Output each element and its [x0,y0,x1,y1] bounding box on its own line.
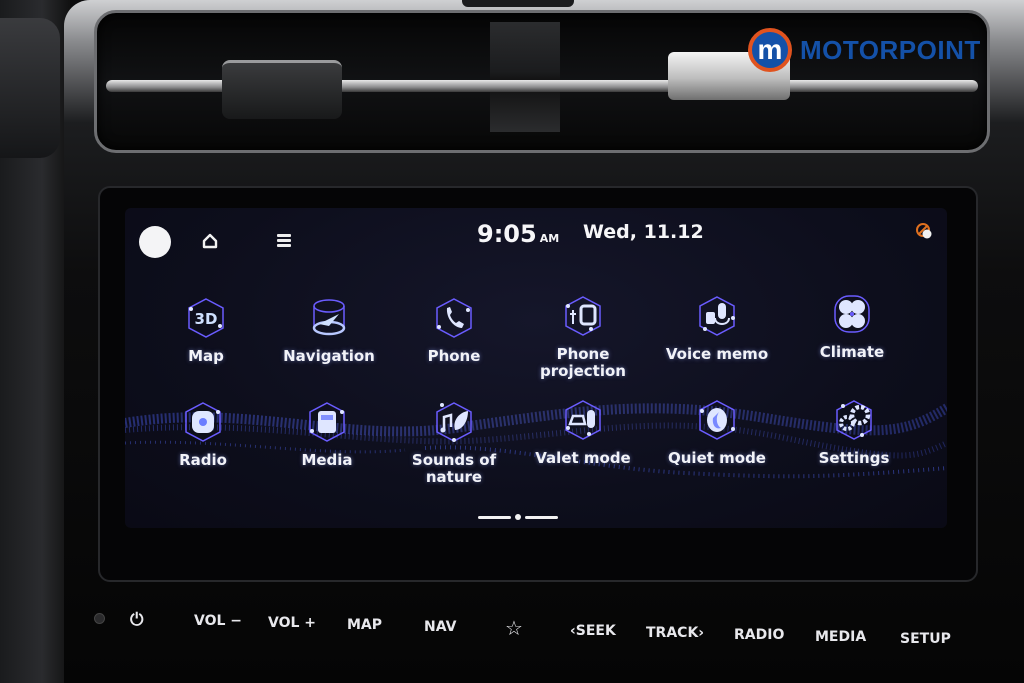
app-label: Valet mode [535,449,631,467]
page-indicator-segment [478,516,511,519]
radio-button[interactable]: RADIO [734,627,784,643]
app-label: Phone projection [540,345,626,380]
app-navigation[interactable]: Navigation [264,296,394,365]
home-icon[interactable] [201,232,219,250]
brand-logo-text: MOTORPOINT [800,34,981,65]
date: Wed, 11.12 [583,221,704,243]
profile-avatar[interactable] [139,226,171,258]
app-label: Settings [818,449,890,467]
clock-time: 9:05 [477,220,537,248]
vent-divider [490,22,560,132]
app-sounds-of-nature[interactable]: Sounds of nature [389,400,519,486]
app-label: Map [188,347,224,365]
app-quiet-mode[interactable]: Quiet mode [652,398,782,467]
volume-up-button[interactable]: VOL + [268,615,316,631]
media-icon [309,402,345,442]
hardware-button-row: ⏻ VOL − VOL + MAP NAV ☆ ‹SEEK TRACK› RAD… [0,600,1024,660]
app-label: Navigation [283,347,375,365]
app-label: Phone [427,347,481,365]
svg-text:3D: 3D [195,310,218,328]
brand-logo-mark: m [748,28,792,72]
brand-logo: m MOTORPOINT [748,28,981,72]
settings-gear-icon [836,400,872,440]
clock-ampm: AM [539,232,560,245]
media-button[interactable]: MEDIA [815,629,866,645]
app-radio[interactable]: Radio [138,400,268,469]
app-label: Media [301,451,353,469]
nav-button[interactable]: NAV [424,619,456,635]
navigation-icon [312,299,346,336]
vent-knob-left[interactable] [222,60,342,119]
track-button[interactable]: TRACK› [646,625,704,641]
app-label: Voice memo [665,345,769,363]
favorite-button[interactable]: ☆ [505,616,523,640]
top-notch [462,0,574,7]
app-settings[interactable]: Settings [789,398,919,467]
valet-mode-icon [565,400,601,440]
map-button[interactable]: MAP [347,617,382,633]
page-indicator-segment [525,516,558,519]
app-climate[interactable]: Climate [787,292,917,361]
radio-icon [185,402,221,442]
page-indicator-dot [515,514,521,520]
map-3d-icon: 3D [188,298,224,338]
voice-memo-icon [699,296,735,336]
app-phone[interactable]: Phone [389,296,519,365]
app-phone-projection[interactable]: Phone projection [518,294,648,380]
sounds-of-nature-icon [436,402,472,442]
power-button[interactable]: ⏻ [130,610,143,630]
app-label: Climate [819,343,885,361]
page-indicator[interactable] [478,514,560,520]
app-label: Quiet mode [668,449,766,467]
infotainment-screen: 9:05 AM Wed, 11.12 3D Map Navigation Pho… [125,208,947,528]
phone-icon [436,298,472,338]
app-valet-mode[interactable]: Valet mode [518,398,648,467]
setup-button[interactable]: SETUP [900,631,951,647]
quiet-mode-icon [699,400,735,440]
app-voice-memo[interactable]: Voice memo [652,294,782,363]
muted-status-icon[interactable] [915,222,933,240]
climate-fan-icon [834,295,870,333]
app-label: Sounds of nature [411,451,497,486]
phone-projection-icon [565,296,601,336]
app-media[interactable]: Media [262,400,392,469]
app-map[interactable]: 3D Map [141,296,271,365]
seek-button[interactable]: ‹SEEK [570,623,616,639]
dashboard-left-trim [0,0,70,683]
menu-icon[interactable] [277,234,291,248]
volume-down-button[interactable]: VOL − [194,613,242,629]
app-label: Radio [179,451,227,469]
clock: 9:05 AM [477,220,559,248]
